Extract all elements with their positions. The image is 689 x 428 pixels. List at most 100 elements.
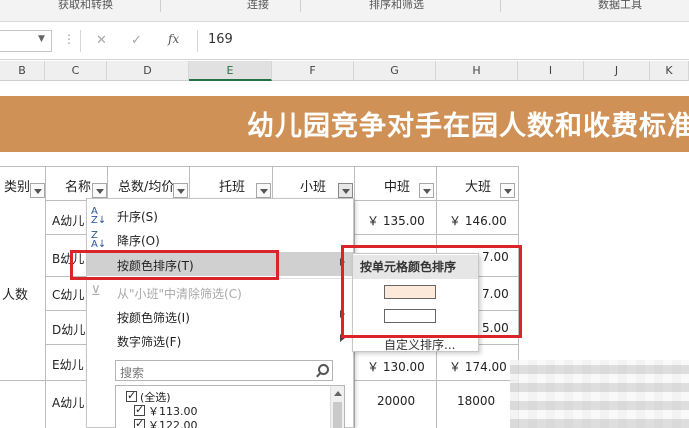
name-cell[interactable]: E幼儿 bbox=[52, 356, 84, 373]
scroll-thumb[interactable] bbox=[333, 402, 342, 428]
formula-input[interactable]: 169 bbox=[197, 30, 689, 52]
submenu-arrow-icon bbox=[340, 310, 345, 318]
menu-item-label: 按颜色筛选(I) bbox=[117, 311, 190, 325]
menu-item-filter-by-color[interactable]: 按颜色筛选(I) bbox=[87, 304, 353, 328]
sheet-title-band: 幼儿园竞争对手在园人数和收费标准 bbox=[0, 96, 689, 152]
header-middle-class: 中班 bbox=[384, 180, 411, 195]
menu-separator bbox=[115, 278, 351, 279]
ribbon-group-sort-filter: 排序和筛选 bbox=[369, 0, 424, 11]
large-class-cell[interactable]: 18000 bbox=[457, 394, 495, 408]
menu-item-sort-ascending[interactable]: A Z↓ 升序(S) bbox=[87, 203, 353, 227]
menu-item-label: 数字筛选(F) bbox=[117, 335, 182, 349]
header-total-average: 总数/均价 bbox=[118, 180, 175, 195]
menu-item-label: 降序(O) bbox=[117, 234, 160, 248]
close-icon[interactable]: ✕ bbox=[96, 33, 107, 48]
name-box-dropdown-icon[interactable]: ▼ bbox=[38, 34, 45, 44]
column-header-i[interactable]: I bbox=[518, 61, 584, 81]
large-class-cell[interactable]: 5.00 bbox=[482, 321, 509, 335]
filter-dropdown-button[interactable] bbox=[500, 183, 515, 198]
sort-by-color-submenu: 按单元格颜色排序 自定义排序... bbox=[352, 253, 479, 352]
grid-line bbox=[45, 310, 87, 311]
menu-item-clear-filter[interactable]: ⊻ 从"小班"中清除筛选(C) bbox=[87, 280, 353, 304]
grid-line bbox=[107, 166, 108, 200]
clear-filter-icon: ⊻ bbox=[91, 284, 101, 299]
large-class-cell[interactable]: 7.00 bbox=[482, 250, 509, 264]
color-swatch-white[interactable] bbox=[384, 309, 436, 323]
column-header-h[interactable]: H bbox=[436, 61, 518, 81]
filter-list-item[interactable]: ￥113.00 bbox=[134, 403, 198, 418]
formula-bar-grip-icon[interactable]: ⋮ bbox=[63, 32, 75, 46]
grid-line bbox=[45, 166, 46, 428]
sheet-title: 幼儿园竞争对手在园人数和收费标准 bbox=[247, 111, 689, 142]
category-cell[interactable]: 人数 bbox=[2, 284, 28, 303]
name-cell[interactable]: A幼儿 bbox=[52, 212, 84, 229]
submenu-arrow-icon bbox=[340, 334, 345, 342]
column-header-k[interactable]: K bbox=[650, 61, 689, 81]
header-nursery: 托班 bbox=[219, 180, 246, 195]
ribbon-group-get-transform: 获取和转换 bbox=[58, 0, 113, 11]
column-header-d[interactable]: D bbox=[107, 61, 189, 81]
ribbon-group-labels: 获取和转换 连接 排序和筛选 数据工具 bbox=[0, 0, 689, 22]
name-cell[interactable]: B幼儿 bbox=[52, 250, 84, 267]
menu-item-number-filter[interactable]: 数字筛选(F) bbox=[87, 328, 353, 352]
check-icon[interactable]: ✓ bbox=[131, 33, 142, 48]
filter-dropdown-button-active[interactable] bbox=[338, 183, 353, 198]
column-header-e[interactable]: E bbox=[189, 61, 272, 81]
sort-descending-icon: Z A↓ bbox=[91, 230, 107, 250]
middle-class-cell[interactable]: ￥ 135.00 bbox=[367, 212, 425, 229]
sort-ascending-icon: A Z↓ bbox=[91, 206, 107, 226]
filter-list-item[interactable]: (全选) bbox=[126, 389, 171, 404]
color-swatch-peach[interactable] bbox=[384, 285, 436, 299]
ribbon-separator bbox=[300, 0, 301, 12]
column-header-j[interactable]: J bbox=[584, 61, 650, 81]
filter-dropdown-button[interactable] bbox=[173, 183, 188, 198]
custom-sort-item[interactable]: 自定义排序... bbox=[384, 336, 455, 353]
ribbon-group-data-tools: 数据工具 bbox=[598, 0, 642, 11]
filter-dropdown-button[interactable] bbox=[419, 183, 434, 198]
list-scrollbar[interactable] bbox=[330, 386, 344, 428]
grid-line bbox=[272, 166, 273, 200]
filter-menu: A Z↓ 升序(S) Z A↓ 降序(O) 按颜色排序(T) ⊻ 从"小班"中清除筛… bbox=[86, 198, 354, 428]
filter-dropdown-button[interactable] bbox=[30, 183, 45, 198]
filter-search-input[interactable]: 搜索 bbox=[115, 360, 333, 381]
ribbon-group-connections: 连接 bbox=[247, 0, 269, 11]
menu-item-label: 按颜色排序(T) bbox=[117, 259, 194, 273]
menu-item-sort-by-color[interactable]: 按颜色排序(T) bbox=[87, 252, 353, 276]
header-category: 类别 bbox=[4, 180, 31, 195]
ribbon-separator bbox=[500, 0, 501, 12]
menu-item-label: 从"小班"中清除筛选(C) bbox=[117, 287, 242, 301]
filter-dropdown-button[interactable] bbox=[92, 183, 107, 198]
filter-value-list: (全选) ￥113.00 ￥122.00 bbox=[115, 385, 345, 428]
filter-list-item[interactable]: ￥122.00 bbox=[134, 417, 198, 428]
insert-function-button[interactable]: fx bbox=[168, 32, 179, 46]
header-name: 名称 bbox=[65, 180, 92, 195]
checkbox[interactable] bbox=[134, 403, 145, 416]
name-cell[interactable]: D幼儿 bbox=[52, 321, 85, 338]
search-icon[interactable] bbox=[318, 364, 329, 375]
large-class-cell[interactable]: 7.00 bbox=[482, 287, 509, 301]
menu-item-sort-descending[interactable]: Z A↓ 降序(O) bbox=[87, 227, 353, 251]
middle-class-cell[interactable]: ￥ 130.00 bbox=[367, 358, 425, 375]
grid-line bbox=[189, 166, 190, 200]
grid-line bbox=[45, 234, 87, 235]
name-cell[interactable]: A幼儿 bbox=[52, 394, 84, 411]
submenu-header: 按单元格颜色排序 bbox=[353, 255, 478, 279]
submenu-arrow-icon bbox=[340, 258, 345, 266]
blurred-region-overlay bbox=[510, 360, 689, 428]
column-header-g[interactable]: G bbox=[354, 61, 436, 81]
ribbon-separator bbox=[160, 0, 161, 12]
column-header-b[interactable]: B bbox=[0, 61, 45, 81]
header-large-class: 大班 bbox=[465, 180, 492, 195]
middle-class-cell[interactable]: 20000 bbox=[377, 394, 415, 408]
large-class-cell[interactable]: ￥ 146.00 bbox=[449, 212, 507, 229]
formula-bar: ▼ ⋮ ✕ ✓ fx 169 bbox=[0, 22, 689, 60]
name-cell[interactable]: C幼儿 bbox=[52, 286, 84, 303]
checkbox[interactable] bbox=[134, 417, 145, 428]
column-headers: B C D E F G H I J K bbox=[0, 61, 689, 81]
column-header-c[interactable]: C bbox=[45, 61, 107, 81]
column-header-f[interactable]: F bbox=[272, 61, 354, 81]
scroll-up-icon[interactable] bbox=[334, 391, 342, 396]
filter-dropdown-button[interactable] bbox=[256, 183, 271, 198]
checkbox[interactable] bbox=[126, 389, 137, 402]
large-class-cell[interactable]: ￥ 174.00 bbox=[449, 358, 507, 375]
